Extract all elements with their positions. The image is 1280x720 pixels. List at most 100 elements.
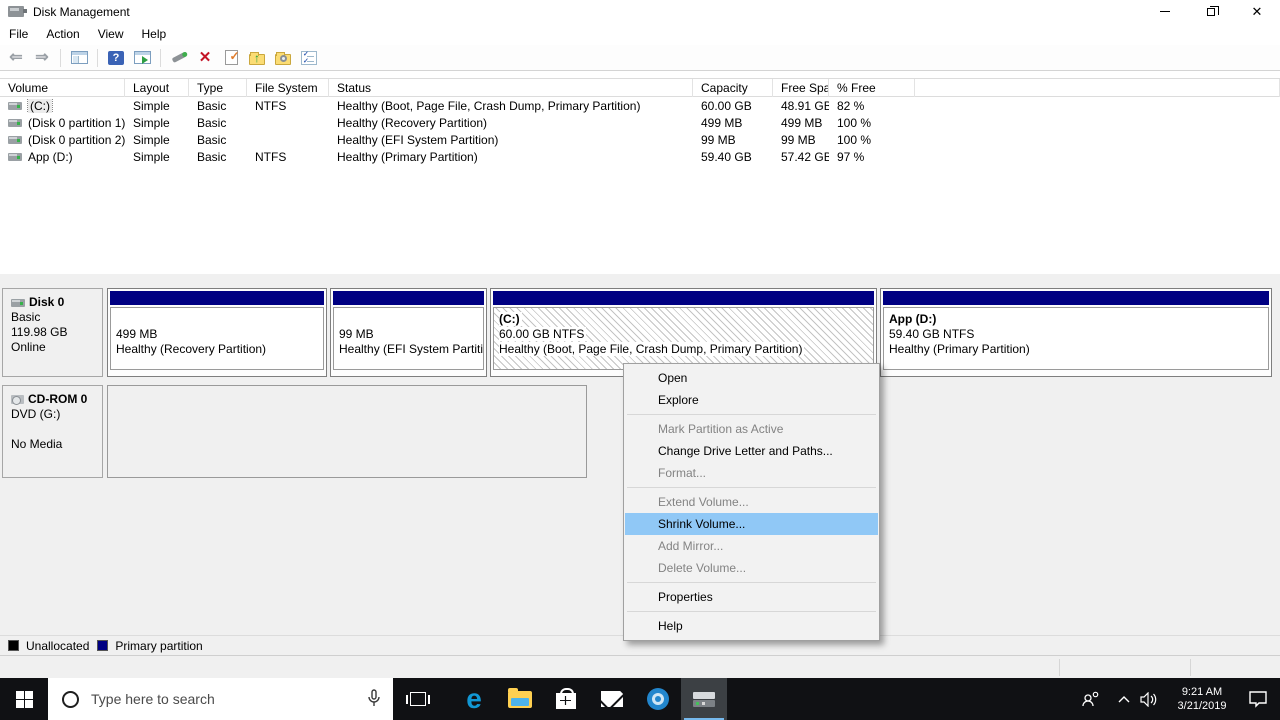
open-folder-icon[interactable]: ↑ (247, 48, 267, 68)
volume-layout: Simple (133, 132, 170, 147)
edge-icon: e (466, 683, 482, 714)
menu-item-mark-partition-active: Mark Partition as Active (658, 422, 784, 436)
hidden-icons-chevron-icon[interactable] (1118, 695, 1130, 703)
close-button[interactable]: ✕ (1234, 0, 1280, 23)
taskbar-disk-management-active[interactable] (681, 678, 727, 720)
file-explorer-icon (508, 687, 532, 708)
volume-capacity: 59.40 GB (701, 149, 752, 164)
volume-name: (Disk 0 partition 2) (28, 132, 125, 147)
partition-label: (C:) (499, 312, 522, 326)
start-button[interactable] (0, 678, 48, 720)
menu-item-shrink-volume[interactable]: Shrink Volume... (625, 513, 878, 535)
taskbar-disk-tool[interactable] (635, 678, 681, 720)
status-bar (0, 655, 1280, 678)
disk-management-window: Disk Management ✕ File Action View Help … (0, 0, 1280, 720)
taskbar-edge[interactable]: e (451, 678, 497, 720)
column-header-type[interactable]: Type (189, 78, 247, 97)
windows-logo-icon (15, 690, 33, 708)
microphone-icon[interactable] (367, 689, 381, 711)
disk-management-icon (693, 691, 715, 707)
taskbar-clock[interactable]: 9:21 AM 3/21/2019 (1164, 685, 1240, 713)
taskbar-file-explorer[interactable] (497, 678, 543, 720)
clock-time: 9:21 AM (1181, 686, 1223, 698)
volume-name: App (D:) (28, 149, 73, 164)
toolbar-separator (160, 48, 161, 67)
cdrom-drive: DVD (G:) (11, 407, 61, 421)
disk0-label-box[interactable]: Disk 0 Basic 119.98 GB Online (2, 288, 103, 377)
volume-free-space: 99 MB (781, 132, 816, 147)
volume-fs: NTFS (255, 149, 287, 164)
menu-item-help[interactable]: Help (625, 615, 878, 637)
partition-efi[interactable]: 99 MB Healthy (EFI System Partition) (330, 288, 487, 377)
task-list-icon[interactable] (299, 48, 319, 68)
check-disk-icon[interactable] (221, 48, 241, 68)
forward-icon[interactable]: ⇒ (32, 48, 52, 68)
back-icon[interactable]: ⇐ (6, 48, 26, 68)
toolbar: ⇐ ⇒ ? ✕ ↑ (0, 45, 1280, 71)
clock-date: 3/21/2019 (1177, 700, 1227, 712)
primary-partition-strip (110, 291, 324, 305)
legend-primary-label: Primary partition (115, 638, 203, 653)
volume-status: Healthy (EFI System Partition) (337, 132, 499, 147)
search-box[interactable]: Type here to search (48, 678, 393, 720)
volume-type: Basic (197, 149, 227, 164)
table-row[interactable]: (Disk 0 partition 1) Simple Basic Health… (0, 114, 1280, 131)
disk-type: Basic (11, 310, 41, 324)
cdrom-media-area[interactable] (107, 385, 587, 478)
menu-file[interactable]: File (0, 24, 37, 44)
explore-folder-icon[interactable] (273, 48, 293, 68)
action-center-icon[interactable] (1248, 690, 1268, 708)
column-header-status[interactable]: Status (329, 78, 693, 97)
volume-icon (8, 135, 22, 144)
partition-status: Healthy (Primary Partition) (889, 342, 1030, 356)
partition-recovery[interactable]: 499 MB Healthy (Recovery Partition) (107, 288, 327, 377)
unallocated-swatch (8, 640, 19, 651)
menu-separator (627, 611, 876, 612)
window-title: Disk Management (33, 4, 130, 19)
show-console-tree-icon[interactable] (69, 48, 89, 68)
menu-item-add-mirror: Add Mirror... (658, 539, 724, 553)
column-header-free-space[interactable]: Free Spa... (773, 78, 829, 97)
title-bar: Disk Management ✕ (0, 0, 1280, 23)
help-icon[interactable]: ? (106, 48, 126, 68)
task-view-button[interactable] (393, 678, 443, 720)
column-header-volume[interactable]: Volume (0, 78, 125, 97)
volume-icon (8, 118, 22, 127)
partition-d[interactable]: App (D:) 59.40 GB NTFS Healthy (Primary … (880, 288, 1272, 377)
delete-icon[interactable]: ✕ (195, 48, 215, 68)
taskbar-store[interactable] (543, 678, 589, 720)
taskbar-mail[interactable] (589, 678, 635, 720)
column-header-file-system[interactable]: File System (247, 78, 329, 97)
menu-item-change-drive-letter[interactable]: Change Drive Letter and Paths... (625, 440, 878, 462)
menu-view[interactable]: View (89, 24, 133, 44)
menu-item-properties[interactable]: Properties (625, 586, 878, 608)
people-icon[interactable] (1082, 691, 1100, 707)
mail-icon (601, 691, 623, 707)
volume-pct-free: 100 % (837, 115, 872, 130)
table-row[interactable]: App (D:) Simple Basic NTFS Healthy (Prim… (0, 148, 1280, 165)
menu-item-open[interactable]: Open (625, 367, 878, 389)
volume-status: Healthy (Primary Partition) (337, 149, 478, 164)
menu-action[interactable]: Action (37, 24, 88, 44)
minimize-button[interactable] (1142, 0, 1188, 23)
volume-free-space: 499 MB (781, 115, 823, 130)
column-header-layout[interactable]: Layout (125, 78, 189, 97)
column-header-capacity[interactable]: Capacity (693, 78, 773, 97)
toolbar-separator (60, 48, 61, 67)
volume-icon (8, 101, 22, 110)
volume-speaker-icon[interactable] (1140, 691, 1158, 707)
show-action-pane-icon[interactable] (132, 48, 152, 68)
menu-item-extend-volume: Extend Volume... (658, 495, 749, 509)
menu-item-explore[interactable]: Explore (625, 389, 878, 411)
restore-button[interactable] (1188, 0, 1234, 23)
cdrom-label-box[interactable]: CD-ROM 0 DVD (G:) No Media (2, 385, 103, 478)
menu-help[interactable]: Help (133, 24, 176, 44)
primary-partition-strip (493, 291, 874, 305)
disk-drive-icon (8, 6, 27, 17)
disk-icon (11, 298, 25, 307)
attach-vhd-icon[interactable] (169, 48, 189, 68)
table-row[interactable]: (Disk 0 partition 2) Simple Basic Health… (0, 131, 1280, 148)
volume-type: Basic (197, 132, 227, 147)
column-header-pct-free[interactable]: % Free (829, 78, 915, 97)
table-row[interactable]: (C:) Simple Basic NTFS Healthy (Boot, Pa… (0, 97, 1280, 114)
